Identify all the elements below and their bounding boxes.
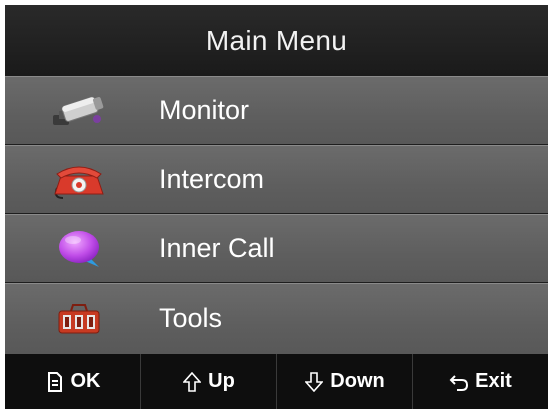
toolbox-icon	[49, 295, 109, 343]
ok-label: OK	[70, 370, 101, 392]
chat-bubble-icon	[49, 225, 109, 273]
header-bar: Main Menu	[5, 5, 548, 76]
menu-item-intercom[interactable]: Intercom	[5, 145, 548, 213]
exit-label: Exit	[475, 370, 512, 392]
down-label: Down	[330, 370, 385, 392]
menu-item-label: Monitor	[159, 94, 250, 125]
menu-item-tools[interactable]: Tools	[5, 283, 548, 354]
exit-button[interactable]: Exit	[413, 354, 548, 409]
menu-item-monitor[interactable]: Monitor	[5, 76, 548, 144]
camera-icon	[49, 87, 109, 135]
main-menu-screen: Main Menu Monitor Intercom Inner Call To…	[5, 5, 548, 409]
up-label: Up	[208, 370, 235, 392]
document-icon	[45, 370, 65, 394]
arrow-down-icon	[304, 370, 324, 394]
menu-list: Monitor Intercom Inner Call Tools	[5, 76, 548, 354]
page-title: Main Menu	[205, 24, 348, 56]
telephone-icon	[49, 156, 109, 204]
up-button[interactable]: Up	[141, 354, 277, 409]
menu-item-label: Intercom	[159, 163, 265, 194]
return-icon	[449, 370, 469, 394]
softkey-bar: OK Up Down Exit	[5, 354, 548, 409]
menu-item-inner-call[interactable]: Inner Call	[5, 214, 548, 282]
down-button[interactable]: Down	[277, 354, 413, 409]
menu-item-label: Inner Call	[159, 232, 275, 263]
menu-item-label: Tools	[159, 302, 223, 333]
arrow-up-icon	[182, 370, 202, 394]
ok-button[interactable]: OK	[5, 354, 141, 409]
